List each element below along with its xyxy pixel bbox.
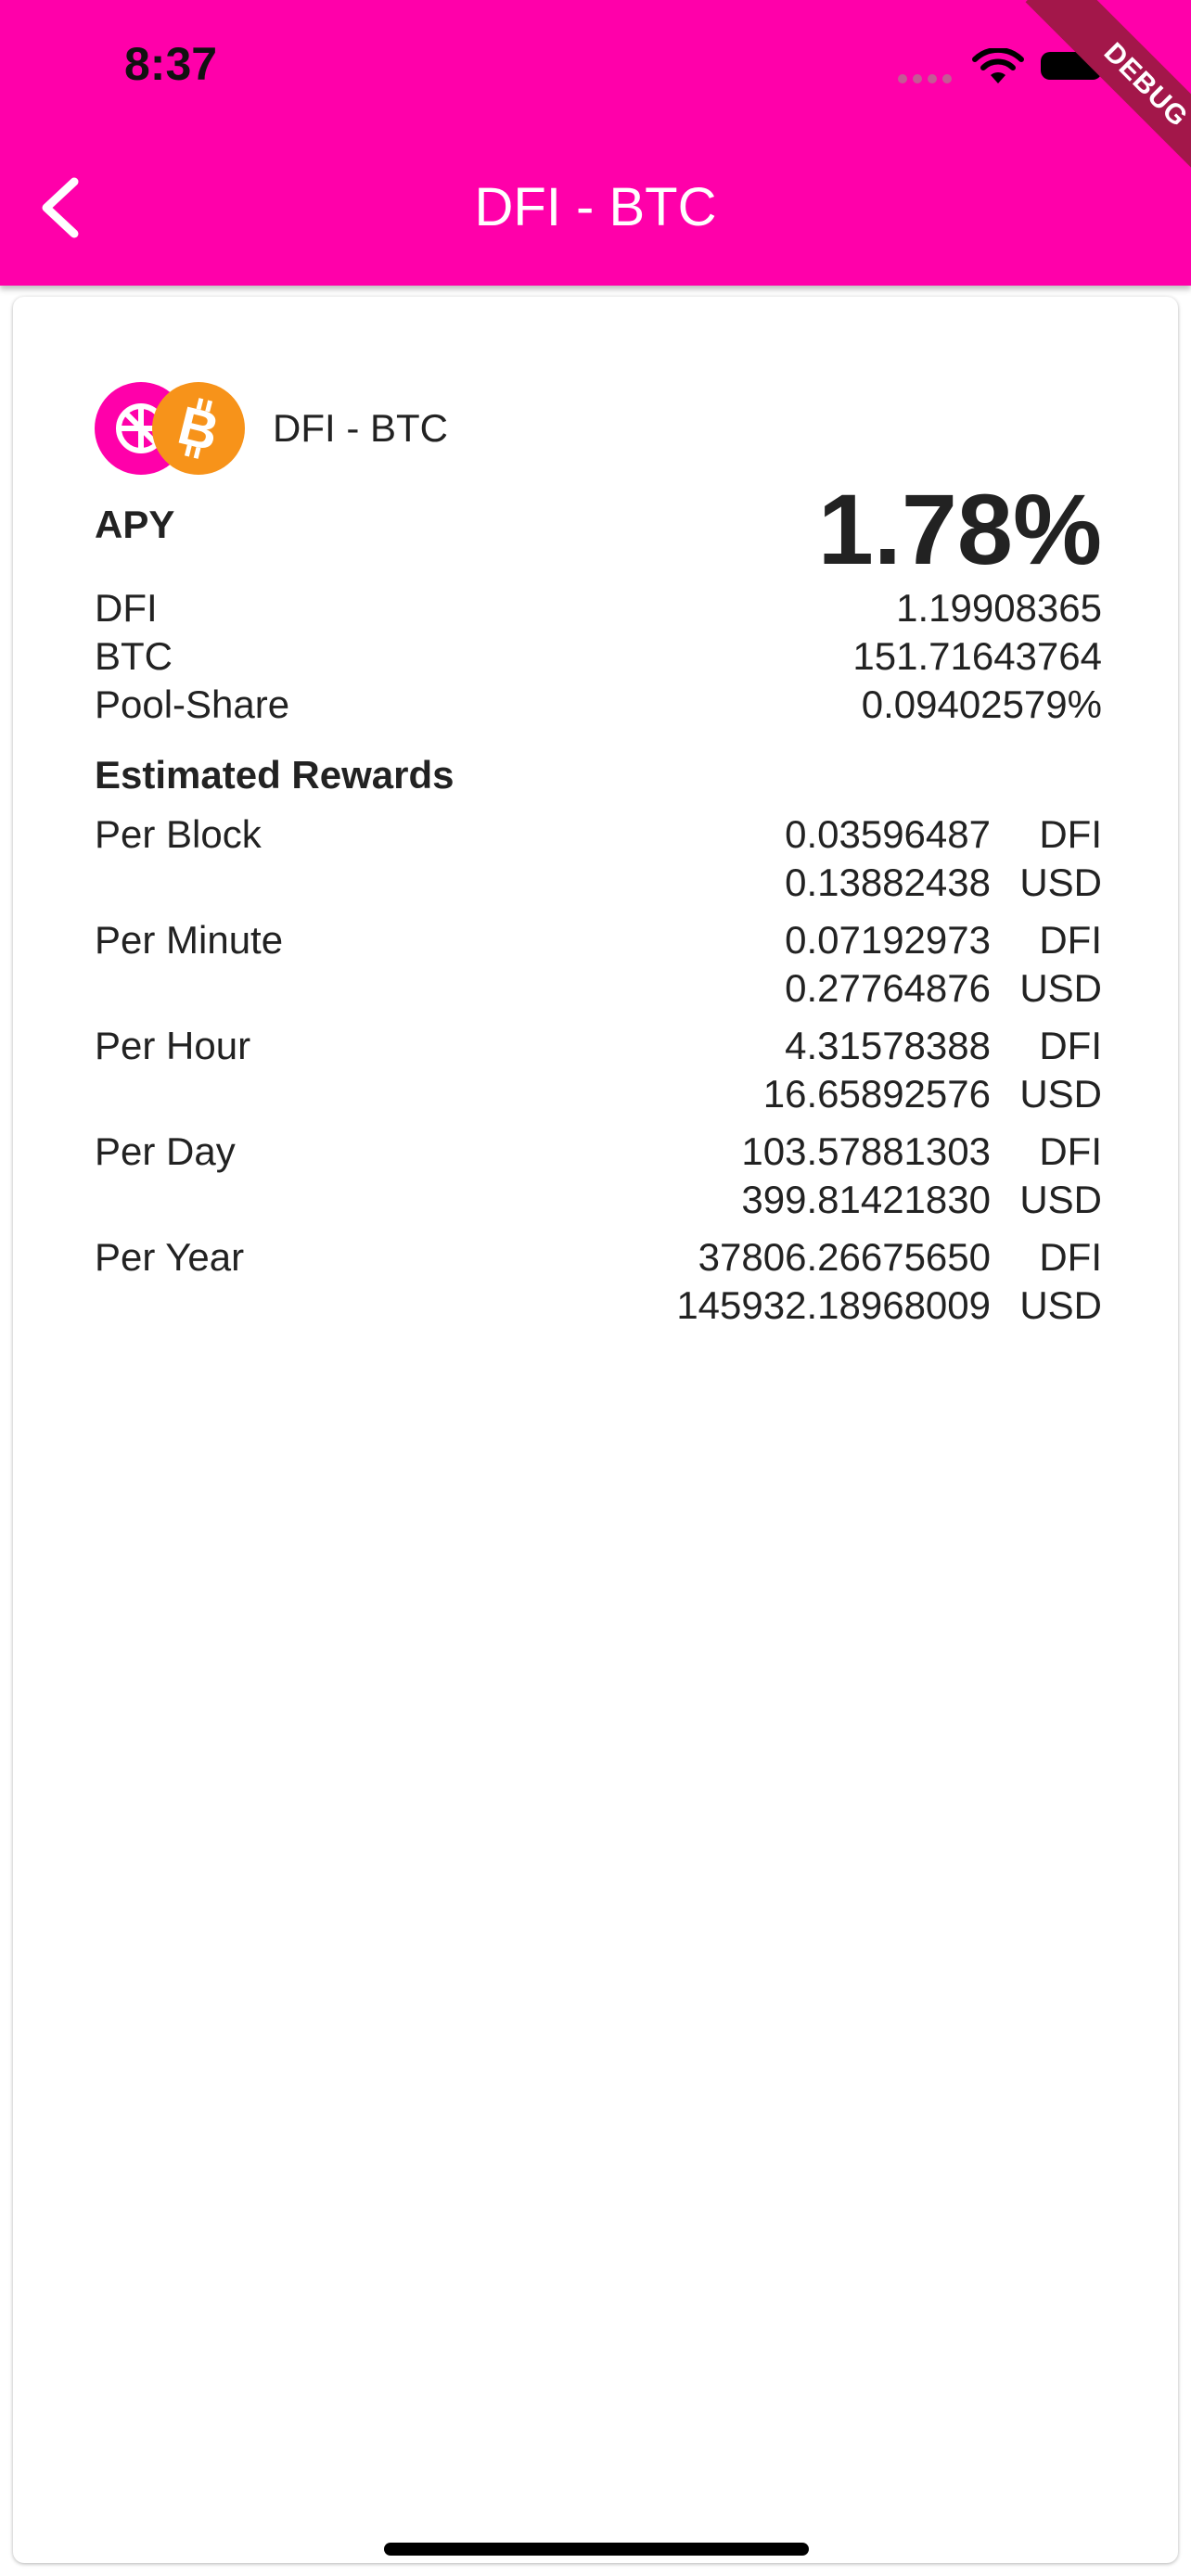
reward-dfi-value: 103.57881303	[741, 1129, 991, 1173]
reward-usd-unit: USD	[1019, 1178, 1102, 1221]
reward-usd-unit: USD	[1019, 1283, 1102, 1327]
reward-usd-unit: USD	[1019, 1072, 1102, 1116]
info-value: 151.71643764	[852, 634, 1102, 678]
reward-row-per-minute: Per Minute 0.07192973 DFI 0.27764876 USD	[95, 918, 1102, 1014]
reward-dfi-unit: DFI	[1039, 1024, 1102, 1067]
app-bar: 8:37 DEBUG DFI - BTC	[0, 0, 1191, 286]
reward-usd-value: 0.13882438	[785, 861, 991, 904]
apy-value: 1.78%	[817, 473, 1102, 585]
pool-detail-card: B DFI - BTC APY 1.78% DFI 1.19908365 BTC…	[13, 297, 1178, 2563]
info-label: BTC	[95, 634, 173, 678]
pair-logos: B	[95, 382, 245, 475]
reward-dfi-value: 0.03596487	[785, 812, 991, 856]
reward-label: Per Minute	[95, 918, 284, 962]
info-row-dfi: DFI 1.19908365	[95, 586, 1102, 634]
reward-dfi-unit: DFI	[1039, 1129, 1102, 1173]
reward-dfi-value: 4.31578388	[785, 1024, 991, 1067]
reward-dfi-unit: DFI	[1039, 1235, 1102, 1279]
reward-label: Per Year	[95, 1235, 245, 1279]
info-row-btc: BTC 151.71643764	[95, 634, 1102, 682]
rewards-title: Estimated Rewards	[95, 753, 455, 797]
home-indicator[interactable]	[384, 2543, 809, 2556]
reward-usd-value: 399.81421830	[741, 1178, 991, 1221]
reward-row-per-year: Per Year 37806.26675650 DFI 145932.189680…	[95, 1235, 1102, 1332]
pair-name: DFI - BTC	[273, 406, 448, 450]
reward-row-per-block: Per Block 0.03596487 DFI 0.13882438 USD	[95, 812, 1102, 909]
reward-dfi-unit: DFI	[1039, 918, 1102, 962]
reward-row-per-day: Per Day 103.57881303 DFI 399.81421830 USD	[95, 1129, 1102, 1226]
apy-label: APY	[95, 503, 175, 546]
status-time: 8:37	[124, 38, 218, 90]
wifi-icon	[972, 48, 1024, 83]
reward-dfi-value: 37806.26675650	[698, 1235, 991, 1279]
info-label: DFI	[95, 586, 158, 630]
reward-usd-unit: USD	[1019, 966, 1102, 1010]
reward-label: Per Hour	[95, 1024, 251, 1067]
reward-usd-unit: USD	[1019, 861, 1102, 904]
reward-dfi-unit: DFI	[1039, 812, 1102, 856]
debug-banner: DEBUG	[1025, 0, 1191, 206]
reward-dfi-value: 0.07192973	[785, 918, 991, 962]
reward-row-per-hour: Per Hour 4.31578388 DFI 16.65892576 USD	[95, 1024, 1102, 1120]
info-value: 0.09402579%	[861, 682, 1102, 726]
reward-label: Per Day	[95, 1129, 236, 1173]
cellular-signal-icon	[898, 74, 952, 83]
info-value: 1.19908365	[896, 586, 1102, 630]
info-row-pool-share: Pool-Share 0.09402579%	[95, 682, 1102, 731]
reward-label: Per Block	[95, 812, 262, 856]
page-title: DFI - BTC	[474, 177, 717, 237]
reward-usd-value: 0.27764876	[785, 966, 991, 1010]
reward-usd-value: 145932.18968009	[676, 1283, 991, 1327]
btc-logo-icon: B	[152, 382, 245, 475]
pair-header: B DFI - BTC	[95, 382, 448, 475]
info-label: Pool-Share	[95, 682, 290, 726]
reward-usd-value: 16.65892576	[762, 1072, 991, 1116]
